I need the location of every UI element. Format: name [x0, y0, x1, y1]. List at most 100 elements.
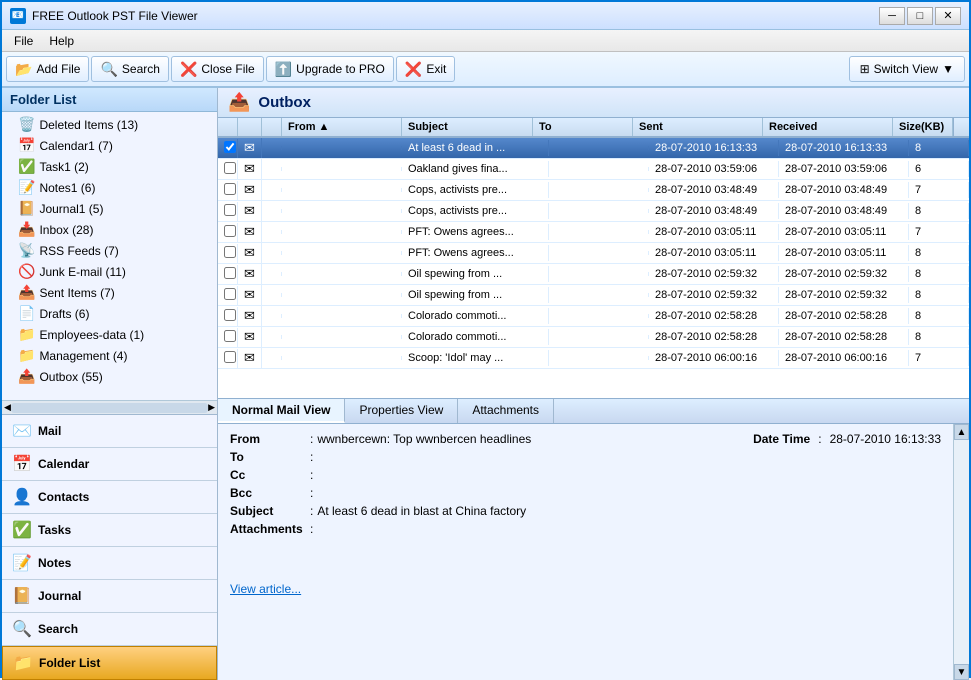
preview-subject-value: At least 6 dead in blast at China factor… [317, 504, 941, 518]
close-file-button[interactable]: ❌ Close File [171, 56, 264, 82]
nav-item-search[interactable]: 🔍Search [2, 613, 217, 646]
email-checkbox[interactable] [224, 351, 236, 363]
folder-h-scrollbar[interactable] [11, 403, 208, 413]
scroll-right-arrow[interactable]: ▶ [208, 402, 215, 413]
minimize-button[interactable]: ─ [879, 7, 905, 25]
folder-item-3[interactable]: 📝Notes1 (6) [2, 177, 217, 198]
email-to [549, 146, 649, 150]
folder-item-6[interactable]: 📡RSS Feeds (7) [2, 240, 217, 261]
email-row[interactable]: ✉ Oil spewing from ... 28-07-2010 02:59:… [218, 285, 969, 306]
email-checkbox-cell[interactable] [218, 202, 238, 221]
email-sent: 28-07-2010 02:58:28 [649, 308, 779, 324]
col-header-from[interactable]: From ▲ [282, 118, 402, 136]
folder-item-4[interactable]: 📔Journal1 (5) [2, 198, 217, 219]
upgrade-button[interactable]: ⬆️ Upgrade to PRO [266, 56, 394, 82]
folder-item-12[interactable]: 📤Outbox (55) [2, 366, 217, 387]
nav-item-contacts[interactable]: 👤Contacts [2, 481, 217, 514]
email-checkbox[interactable] [224, 267, 236, 279]
email-list-body[interactable]: ✉ At least 6 dead in ... 28-07-2010 16:1… [218, 138, 969, 398]
folder-item-1[interactable]: 📅Calendar1 (7) [2, 135, 217, 156]
nav-item-notes[interactable]: 📝Notes [2, 547, 217, 580]
email-checkbox[interactable] [224, 246, 236, 258]
tab-attachments[interactable]: Attachments [458, 399, 554, 423]
email-from [282, 188, 402, 192]
email-checkbox-cell[interactable] [218, 223, 238, 242]
view-article-link[interactable]: View article... [230, 578, 941, 600]
email-checkbox[interactable] [224, 309, 236, 321]
email-checkbox-cell[interactable] [218, 328, 238, 347]
folder-item-8[interactable]: 📤Sent Items (7) [2, 282, 217, 303]
col-header-size[interactable]: Size(KB) [893, 118, 953, 136]
scroll-up-arrow[interactable]: ▲ [954, 424, 969, 440]
email-checkbox-cell[interactable] [218, 286, 238, 305]
email-row[interactable]: ✉ Oakland gives fina... 28-07-2010 03:59… [218, 159, 969, 180]
nav-icon: 📔 [12, 586, 32, 606]
email-checkbox-cell[interactable] [218, 139, 238, 158]
email-row[interactable]: ✉ PFT: Owens agrees... 28-07-2010 03:05:… [218, 222, 969, 243]
nav-icon: 📁 [13, 653, 33, 673]
folder-item-0[interactable]: 🗑️Deleted Items (13) [2, 114, 217, 135]
nav-item-calendar[interactable]: 📅Calendar [2, 448, 217, 481]
email-checkbox-cell[interactable] [218, 160, 238, 179]
email-checkbox-cell[interactable] [218, 307, 238, 326]
preview-cc-row: Cc : [230, 466, 941, 484]
email-checkbox[interactable] [224, 225, 236, 237]
folder-scroll-bar: ◀ ▶ [2, 400, 217, 414]
email-row[interactable]: ✉ Colorado commoti... 28-07-2010 02:58:2… [218, 306, 969, 327]
folder-item-5[interactable]: 📥Inbox (28) [2, 219, 217, 240]
nav-item-tasks[interactable]: ✅Tasks [2, 514, 217, 547]
tab-normal-mail[interactable]: Normal Mail View [218, 399, 345, 423]
switch-view-button[interactable]: ⊞ Switch View ▼ [849, 56, 965, 82]
col-header-received[interactable]: Received [763, 118, 893, 136]
email-icon-cell: ✉ [238, 306, 262, 326]
email-checkbox[interactable] [224, 141, 236, 153]
switch-view-arrow: ▼ [942, 62, 954, 76]
preview-scroll-bar[interactable]: ▲ ▼ [953, 424, 969, 680]
email-checkbox-cell[interactable] [218, 265, 238, 284]
email-row[interactable]: ✉ Cops, activists pre... 28-07-2010 03:4… [218, 201, 969, 222]
folder-tree[interactable]: 🗑️Deleted Items (13)📅Calendar1 (7)✅Task1… [2, 112, 217, 400]
exit-button[interactable]: ❌ Exit [396, 56, 455, 82]
email-checkbox[interactable] [224, 330, 236, 342]
email-checkbox-cell[interactable] [218, 349, 238, 368]
col-header-to[interactable]: To [533, 118, 633, 136]
email-row[interactable]: ✉ Colorado commoti... 28-07-2010 02:58:2… [218, 327, 969, 348]
scroll-left-arrow[interactable]: ◀ [4, 402, 11, 413]
email-checkbox[interactable] [224, 288, 236, 300]
folder-item-9[interactable]: 📄Drafts (6) [2, 303, 217, 324]
col-header-sent[interactable]: Sent [633, 118, 763, 136]
close-button[interactable]: ✕ [935, 7, 961, 25]
nav-item-journal[interactable]: 📔Journal [2, 580, 217, 613]
folder-item-2[interactable]: ✅Task1 (2) [2, 156, 217, 177]
email-row[interactable]: ✉ Scoop: 'Idol' may ... 28-07-2010 06:00… [218, 348, 969, 369]
folder-label: RSS Feeds (7) [39, 244, 118, 258]
email-row[interactable]: ✉ Cops, activists pre... 28-07-2010 03:4… [218, 180, 969, 201]
email-flag-cell [262, 230, 282, 234]
folder-item-10[interactable]: 📁Employees-data (1) [2, 324, 217, 345]
email-row[interactable]: ✉ PFT: Owens agrees... 28-07-2010 03:05:… [218, 243, 969, 264]
email-checkbox[interactable] [224, 183, 236, 195]
email-checkbox[interactable] [224, 204, 236, 216]
email-icon: ✉ [244, 350, 255, 365]
tab-properties[interactable]: Properties View [345, 399, 458, 423]
nav-item-folder-list[interactable]: 📁Folder List [2, 646, 217, 680]
email-to [549, 356, 649, 360]
email-row[interactable]: ✉ Oil spewing from ... 28-07-2010 02:59:… [218, 264, 969, 285]
folder-item-7[interactable]: 🚫Junk E-mail (11) [2, 261, 217, 282]
email-checkbox-cell[interactable] [218, 181, 238, 200]
nav-item-mail[interactable]: ✉️Mail [2, 415, 217, 448]
exit-label: Exit [426, 62, 446, 76]
maximize-button[interactable]: □ [907, 7, 933, 25]
add-file-label: Add File [36, 62, 80, 76]
folder-item-11[interactable]: 📁Management (4) [2, 345, 217, 366]
menu-file[interactable]: File [6, 32, 41, 50]
search-button[interactable]: 🔍 Search [91, 56, 168, 82]
scroll-track[interactable] [954, 440, 969, 664]
col-header-subject[interactable]: Subject [402, 118, 533, 136]
email-checkbox[interactable] [224, 162, 236, 174]
email-row[interactable]: ✉ At least 6 dead in ... 28-07-2010 16:1… [218, 138, 969, 159]
menu-help[interactable]: Help [41, 32, 82, 50]
email-subject: Oil spewing from ... [402, 266, 549, 282]
add-file-button[interactable]: 📂 Add File [6, 56, 89, 82]
email-checkbox-cell[interactable] [218, 244, 238, 263]
